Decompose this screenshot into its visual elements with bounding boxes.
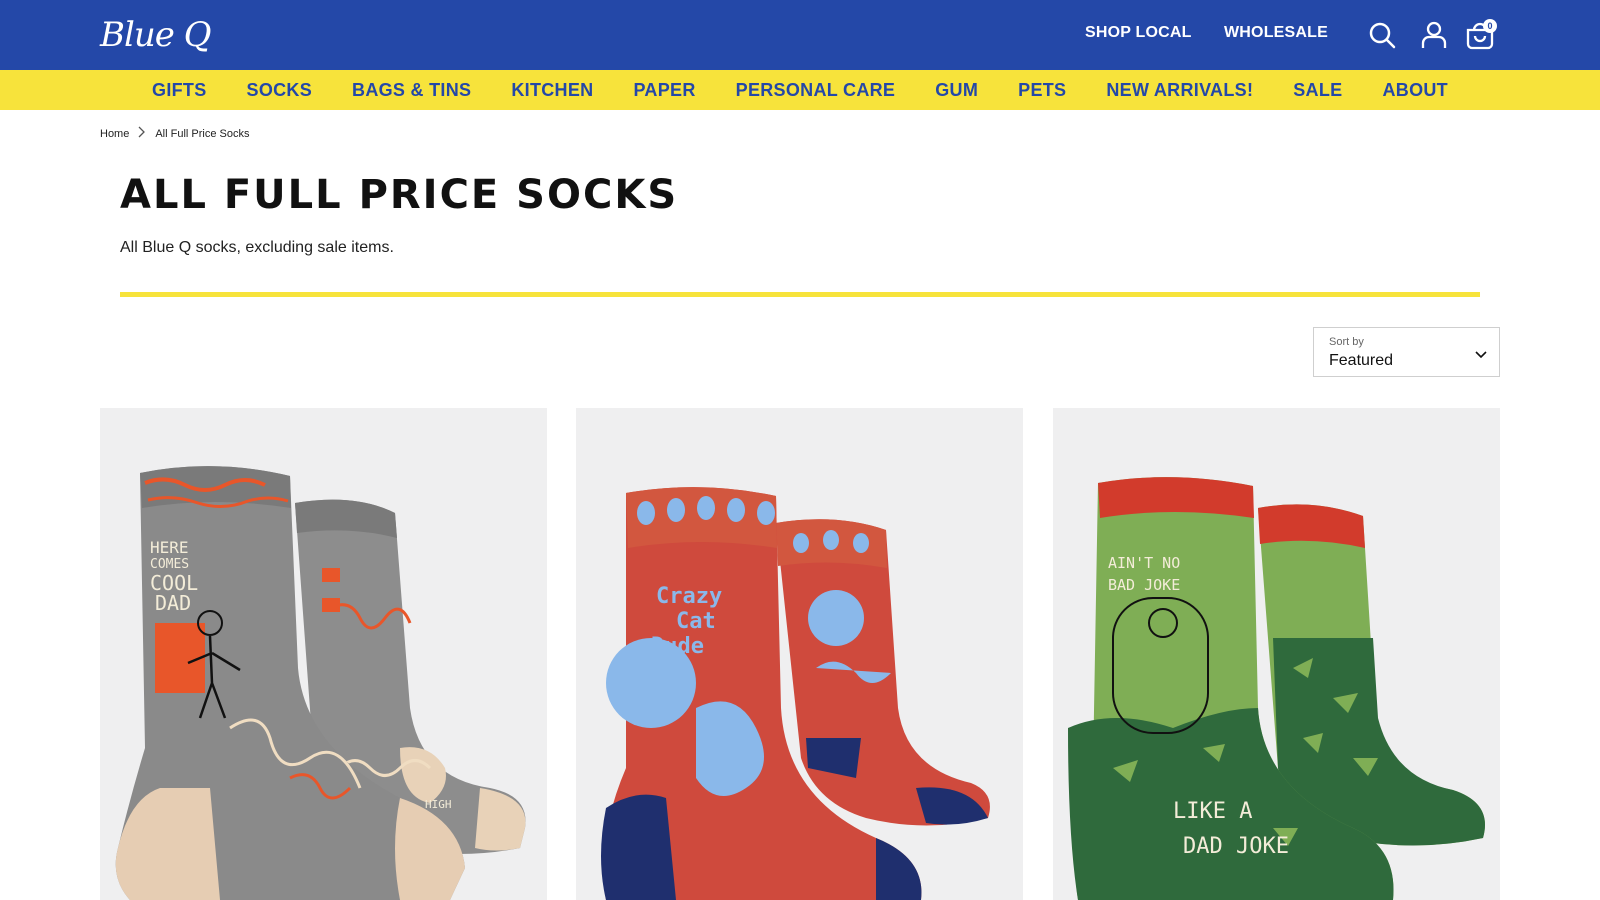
cart-count-badge: 0 <box>1483 19 1497 33</box>
breadcrumb-home-link[interactable]: Home <box>100 128 129 140</box>
sock-text-line-2: Cat <box>676 609 716 634</box>
category-nav: GIFTS SOCKS BAGS & TINS KITCHEN PAPER PE… <box>0 70 1600 110</box>
sort-value: Featured <box>1329 352 1394 369</box>
sock-text-line-2: COMES <box>150 557 189 572</box>
nav-item-sale[interactable]: SALE <box>1293 80 1342 101</box>
page-title: ALL FULL PRICE SOCKS <box>120 172 679 218</box>
nav-item-new-arrivals[interactable]: NEW ARRIVALS! <box>1106 80 1253 101</box>
nav-item-paper[interactable]: PAPER <box>633 80 695 101</box>
sock-ankle-text-1: LIKE A <box>1173 799 1252 824</box>
account-icon[interactable] <box>1416 17 1452 53</box>
nav-item-gum[interactable]: GUM <box>935 80 978 101</box>
product-image[interactable]: AIN'T NO BAD JOKE LIKE A DAD JOKE <box>1053 408 1500 900</box>
nav-item-socks[interactable]: SOCKS <box>247 80 313 101</box>
nav-item-pets[interactable]: PETS <box>1018 80 1066 101</box>
product-card[interactable]: Crazy Cat Dude <box>576 408 1023 900</box>
sock-ankle-text-2: DAD JOKE <box>1183 834 1289 859</box>
product-image[interactable]: HERE COMES COOL DAD HIGH <box>100 408 547 900</box>
sock-text-line-4: DAD <box>155 591 191 615</box>
sort-select[interactable]: Sort by Featured <box>1313 327 1500 377</box>
product-card[interactable]: AIN'T NO BAD JOKE LIKE A DAD JOKE <box>1053 408 1500 900</box>
sort-label: Sort by <box>1329 336 1364 348</box>
sock-text-line-1: AIN'T NO <box>1108 554 1180 572</box>
sock-text-line-3: Dude <box>651 634 704 659</box>
nav-item-kitchen[interactable]: KITCHEN <box>511 80 593 101</box>
nav-item-bags-tins[interactable]: BAGS & TINS <box>352 80 471 101</box>
sock-ankle-text: HIGH <box>425 798 452 811</box>
chevron-right-icon <box>138 126 146 141</box>
sock-text-line-1: Crazy <box>656 584 722 609</box>
sock-text-line-1: HERE <box>150 538 189 557</box>
title-divider <box>120 292 1480 297</box>
product-image[interactable]: Crazy Cat Dude <box>576 408 1023 900</box>
chevron-down-icon <box>1475 346 1487 364</box>
top-header: Blue Q SHOP LOCAL WHOLESALE 0 <box>0 0 1600 70</box>
page-description: All Blue Q socks, excluding sale items. <box>120 239 394 256</box>
brand-logo[interactable]: Blue Q <box>100 16 212 54</box>
sock-text-line-2: BAD JOKE <box>1108 576 1180 594</box>
nav-item-about[interactable]: ABOUT <box>1382 80 1448 101</box>
shop-local-link[interactable]: SHOP LOCAL <box>1085 24 1192 42</box>
breadcrumb: Home All Full Price Socks <box>100 126 249 141</box>
product-card[interactable]: HERE COMES COOL DAD HIGH <box>100 408 547 900</box>
search-icon[interactable] <box>1364 17 1400 53</box>
nav-item-gifts[interactable]: GIFTS <box>152 80 207 101</box>
breadcrumb-current: All Full Price Socks <box>155 127 250 140</box>
wholesale-link[interactable]: WHOLESALE <box>1224 24 1328 42</box>
nav-item-personal-care[interactable]: PERSONAL CARE <box>736 80 896 101</box>
